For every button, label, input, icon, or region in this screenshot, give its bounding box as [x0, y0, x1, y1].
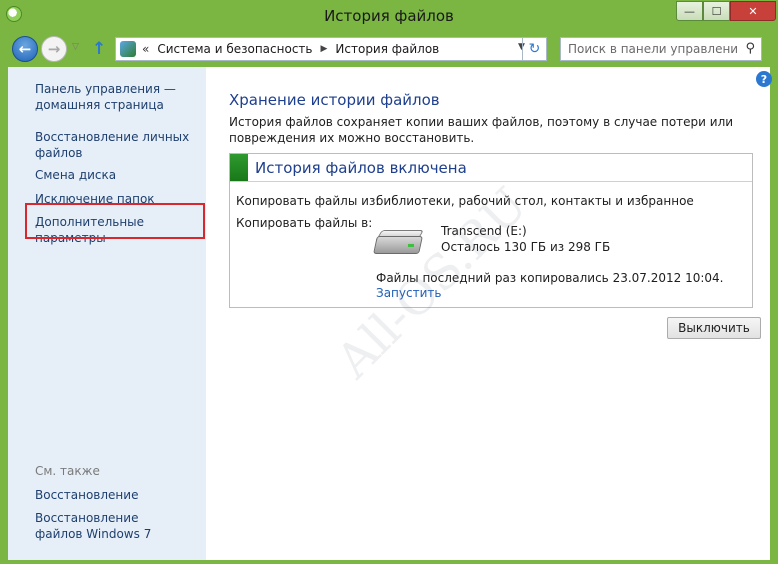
close-button[interactable]: ✕ [730, 1, 776, 21]
drive-name: Transcend (E:) [441, 224, 527, 238]
copy-from-label: Копировать файлы из: [236, 194, 380, 208]
panel-header: История файлов включена [230, 154, 752, 182]
status-title: История файлов включена [255, 159, 467, 177]
breadcrumb-system-security[interactable]: Система и безопасность [157, 42, 312, 56]
run-now-link[interactable]: Запустить [376, 286, 441, 300]
sidebar-item-control-panel-home[interactable]: Панель управления — домашняя страница [35, 81, 200, 113]
copy-from-value: библиотеки, рабочий стол, контакты и изб… [376, 194, 694, 208]
file-history-status-panel: История файлов включена Копировать файлы… [229, 153, 753, 308]
search-icon[interactable]: ⚲ [745, 41, 755, 56]
search-input[interactable] [561, 38, 737, 60]
see-also-recovery[interactable]: Восстановление [35, 487, 200, 503]
drive-space: Осталось 130 ГБ из 298 ГБ [441, 240, 611, 254]
title-bar[interactable]: История файлов — ☐ ✕ [0, 0, 778, 32]
hard-drive-icon [373, 226, 424, 258]
recent-pages-dropdown[interactable]: ▽ [72, 42, 79, 52]
page-description: История файлов сохраняет копии ваших фай… [229, 115, 734, 145]
search-box[interactable]: ⚲ [560, 37, 762, 61]
content-area: Панель управления — домашняя страница Во… [8, 67, 772, 560]
status-stripe [230, 154, 248, 181]
see-also-heading: См. также [35, 464, 100, 478]
copy-to-label: Копировать файлы в: [236, 216, 373, 230]
sidebar-item-restore-personal-files[interactable]: Восстановление личных файлов [35, 129, 200, 161]
page-title: Хранение истории файлов [229, 91, 440, 109]
chevron-right-icon[interactable]: ▶ [320, 44, 327, 54]
window-title: История файлов [324, 7, 454, 25]
turn-off-button[interactable]: Выключить [667, 317, 761, 339]
see-also-windows7-file-recovery[interactable]: Восстановление файлов Windows 7 [35, 510, 185, 542]
up-arrow-icon[interactable]: ↑ [92, 39, 106, 59]
forward-arrow-icon[interactable]: → [41, 36, 67, 62]
help-icon[interactable]: ? [756, 71, 772, 87]
maximize-button[interactable]: ☐ [703, 1, 730, 21]
minimize-button[interactable]: — [676, 1, 703, 21]
control-panel-icon [120, 41, 136, 57]
sidebar: Панель управления — домашняя страница Во… [8, 67, 206, 560]
navigation-bar: ← → ▽ ↑ « Система и безопасность ▶ Истор… [0, 32, 778, 66]
breadcrumb-overflow[interactable]: « [142, 42, 149, 56]
breadcrumb-file-history[interactable]: История файлов [335, 42, 439, 56]
last-copy-time: Файлы последний раз копировались 23.07.2… [376, 271, 724, 285]
back-arrow-icon[interactable]: ← [12, 36, 38, 62]
address-bar[interactable]: « Система и безопасность ▶ История файло… [115, 37, 547, 61]
refresh-icon[interactable]: ↻ [522, 38, 546, 60]
sidebar-item-advanced-settings[interactable]: Дополнительные параметры [25, 203, 205, 245]
sidebar-item-change-drive[interactable]: Смена диска [35, 167, 200, 183]
